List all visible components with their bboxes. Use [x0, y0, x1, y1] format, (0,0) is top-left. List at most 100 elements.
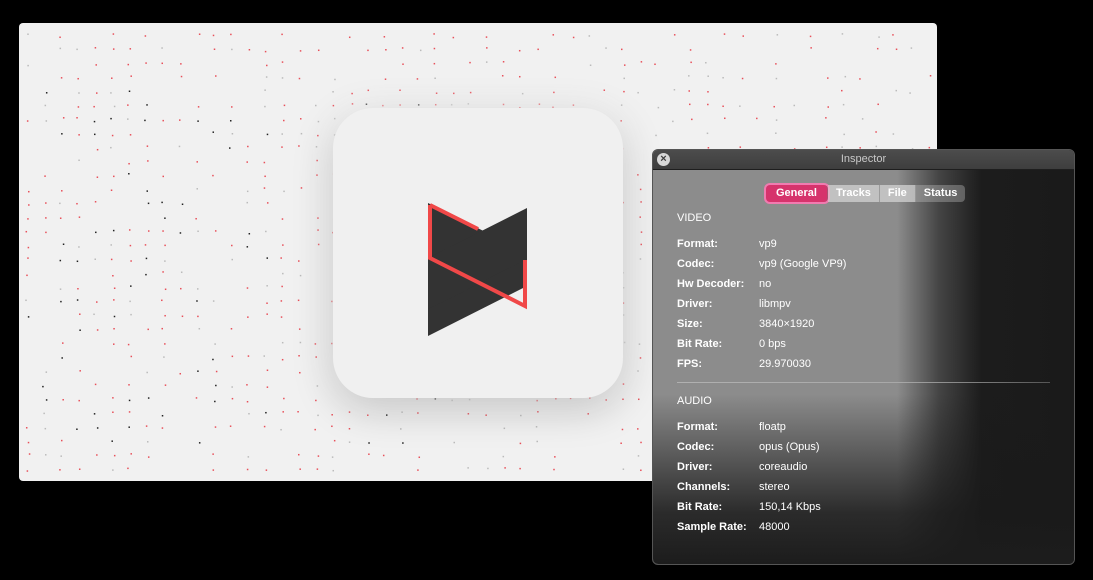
pattern-dot	[26, 120, 29, 122]
pattern-dot	[113, 175, 115, 178]
pattern-dot	[841, 33, 844, 35]
pattern-dot	[230, 33, 232, 36]
pattern-dot	[112, 397, 114, 399]
pattern-dot	[76, 202, 78, 205]
pattern-dot	[96, 329, 99, 331]
pattern-dot	[929, 75, 932, 77]
pattern-dot	[96, 427, 99, 429]
pattern-dot	[555, 398, 557, 400]
pattern-dot	[44, 104, 47, 107]
pattern-dot	[281, 146, 283, 148]
info-label: Channels:	[677, 481, 731, 493]
inspector-titlebar[interactable]: × Inspector	[653, 150, 1074, 170]
pattern-dot	[657, 106, 660, 109]
pattern-dot	[110, 117, 112, 120]
pattern-dot	[266, 313, 268, 315]
pattern-dot	[877, 103, 879, 106]
pattern-dot	[502, 455, 505, 458]
pattern-dot	[181, 315, 184, 318]
pattern-dot	[297, 411, 299, 413]
pattern-dot	[688, 103, 691, 106]
pattern-dot	[334, 78, 336, 81]
pattern-dot	[113, 454, 116, 457]
pattern-dot	[76, 48, 78, 51]
pattern-dot	[640, 441, 642, 444]
pattern-dot	[266, 369, 269, 372]
pattern-dot	[45, 217, 47, 219]
pattern-dot	[113, 315, 116, 318]
pattern-dot	[231, 397, 234, 400]
pattern-dot	[416, 398, 418, 400]
pattern-dot	[418, 456, 421, 459]
pattern-dot	[589, 64, 592, 66]
mpv-logo-icon	[428, 203, 527, 336]
pattern-dot	[382, 454, 385, 457]
pattern-dot	[44, 175, 46, 177]
pattern-dot	[96, 454, 98, 456]
pattern-dot	[875, 145, 878, 148]
info-label: Bit Rate:	[677, 338, 723, 350]
pattern-dot	[178, 145, 181, 148]
pattern-dot	[195, 217, 197, 220]
pattern-dot	[198, 442, 201, 444]
pattern-dot	[399, 89, 401, 91]
tab-status[interactable]: Status	[916, 185, 966, 202]
pattern-dot	[793, 104, 796, 107]
pattern-dot	[59, 469, 61, 471]
pattern-dot	[485, 61, 488, 63]
info-label: Size:	[677, 318, 703, 330]
pattern-dot	[878, 36, 880, 38]
pattern-dot	[521, 92, 524, 95]
pattern-dot	[298, 328, 301, 330]
pattern-dot	[214, 230, 217, 232]
pattern-dot	[317, 455, 320, 457]
pattern-dot	[78, 92, 80, 94]
pattern-dot	[212, 131, 215, 133]
pattern-dot	[129, 300, 131, 303]
pattern-dot	[450, 103, 453, 106]
pattern-dot	[351, 103, 354, 105]
pattern-dot	[247, 456, 250, 458]
pattern-dot	[281, 218, 284, 220]
pattern-dot	[637, 428, 639, 430]
tab-general[interactable]: General	[766, 185, 828, 202]
pattern-dot	[775, 132, 777, 134]
pattern-dot	[434, 103, 437, 106]
pattern-dot	[264, 105, 266, 108]
pattern-dot	[145, 62, 147, 64]
pattern-dot	[332, 469, 334, 472]
pattern-dot	[45, 231, 47, 234]
tab-file[interactable]: File	[879, 185, 916, 202]
pattern-dot	[572, 36, 575, 39]
pattern-dot	[231, 48, 233, 51]
pattern-dot	[76, 299, 79, 301]
tab-tracks[interactable]: Tracks	[827, 185, 880, 202]
pattern-dot	[212, 300, 215, 302]
pattern-dot	[180, 287, 182, 290]
pattern-dot	[59, 217, 62, 219]
pattern-dot	[25, 427, 28, 429]
pattern-dot	[266, 285, 268, 287]
pattern-dot	[164, 288, 167, 291]
info-label: Format:	[677, 421, 718, 433]
pattern-dot	[161, 414, 164, 417]
pattern-dot	[144, 244, 147, 246]
pattern-dot	[112, 469, 114, 471]
pattern-dot	[112, 33, 115, 35]
pattern-dot	[246, 287, 249, 289]
pattern-dot	[95, 64, 97, 66]
pattern-dot	[519, 442, 522, 445]
pattern-dot	[775, 119, 778, 121]
pattern-dot	[27, 64, 29, 67]
close-icon[interactable]: ×	[657, 153, 670, 166]
info-value: opus (Opus)	[759, 441, 820, 453]
pattern-dot	[146, 190, 148, 192]
pattern-dot	[299, 118, 302, 120]
pattern-dot	[28, 453, 31, 455]
pattern-dot	[197, 120, 199, 122]
pattern-dot	[78, 468, 81, 470]
pattern-dot	[231, 386, 233, 388]
pattern-dot	[127, 104, 129, 106]
pattern-dot	[112, 274, 114, 277]
pattern-dot	[164, 244, 166, 247]
